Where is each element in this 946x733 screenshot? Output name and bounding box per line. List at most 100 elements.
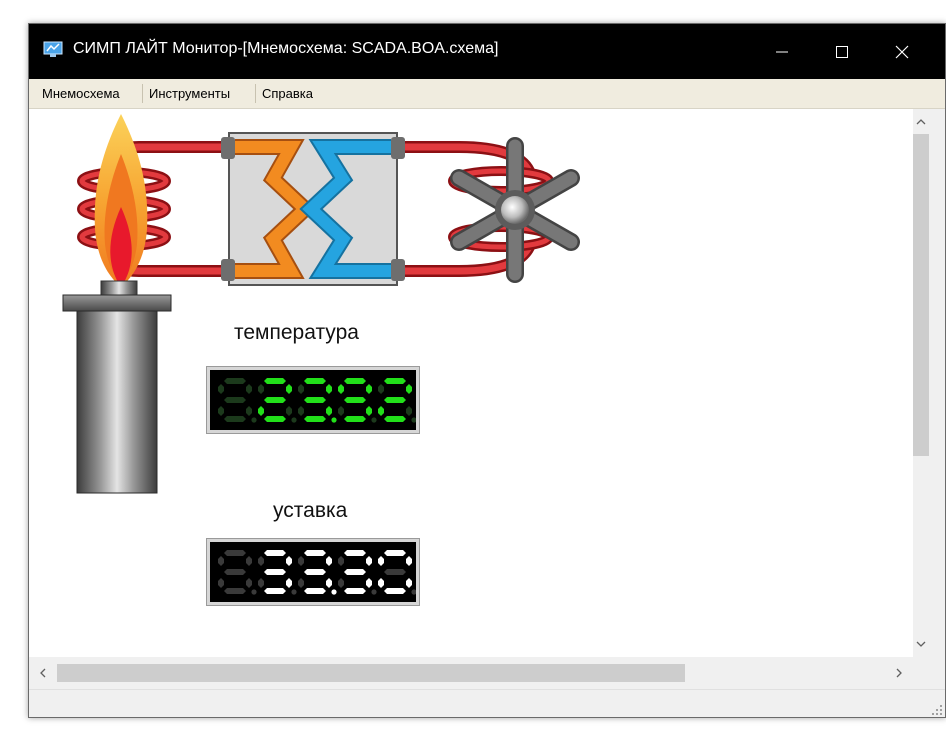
unlit-segment [338, 406, 344, 416]
unlit-segment [258, 384, 264, 394]
close-button[interactable] [879, 24, 925, 79]
status-bar [29, 689, 945, 717]
lit-segment [264, 569, 286, 575]
unlit-segment [224, 416, 246, 422]
title-bar[interactable]: СИМП ЛАЙТ Монитор-[Мнемосхема: SCADA.BOA… [29, 24, 945, 79]
lit-segment [406, 384, 412, 394]
menu-mnemoscheme[interactable]: Мнемосхема [37, 79, 125, 108]
scroll-down-button[interactable] [913, 636, 929, 652]
lit-segment [264, 397, 286, 403]
lit-segment [384, 588, 406, 594]
lit-segment [344, 378, 366, 384]
maximize-icon [836, 45, 848, 58]
lit-segment [344, 416, 366, 422]
lit-segment [384, 550, 406, 556]
decimal-point [251, 589, 257, 595]
unlit-segment [378, 384, 384, 394]
unlit-segment [384, 569, 406, 575]
unlit-segment [224, 569, 246, 575]
maximize-button[interactable] [819, 24, 865, 79]
unlit-segment [298, 578, 304, 588]
vertical-scroll-thumb[interactable] [913, 134, 929, 456]
menu-separator [142, 84, 143, 103]
horizontal-scroll-thumb[interactable] [57, 664, 685, 682]
menu-tools[interactable]: Инструменты [144, 79, 235, 108]
decimal-point [251, 417, 257, 423]
lit-segment [384, 416, 406, 422]
lit-segment [378, 578, 384, 588]
chevron-up-icon [916, 119, 926, 125]
lit-segment [344, 397, 366, 403]
unlit-segment [246, 556, 252, 566]
window-title: СИМП ЛАЙТ Монитор-[Мнемосхема: SCADA.BOA… [73, 40, 499, 57]
scrollbar-corner [913, 657, 945, 689]
unlit-segment [224, 397, 246, 403]
unlit-segment [246, 384, 252, 394]
resize-grip-icon[interactable] [931, 704, 943, 716]
lit-segment [326, 384, 332, 394]
close-icon [895, 45, 909, 58]
temperature-label: температура [234, 321, 359, 344]
lit-segment [406, 578, 412, 588]
unlit-segment [218, 406, 224, 416]
unlit-segment [338, 578, 344, 588]
unlit-segment [218, 578, 224, 588]
unlit-segment [298, 384, 304, 394]
decimal-point [291, 589, 297, 595]
lit-segment [326, 578, 332, 588]
minimize-button[interactable] [759, 24, 805, 79]
lit-segment [304, 588, 326, 594]
fan-icon [450, 137, 580, 283]
chevron-down-icon [916, 641, 926, 647]
unlit-segment [246, 406, 252, 416]
decimal-point [371, 417, 377, 423]
lit-segment [326, 406, 332, 416]
decimal-point [291, 417, 297, 423]
scroll-up-button[interactable] [913, 114, 929, 130]
scroll-right-button[interactable] [891, 665, 907, 681]
lit-segment [258, 406, 264, 416]
setpoint-display [206, 538, 420, 606]
heat-exchanger [221, 132, 405, 286]
unlit-segment [258, 556, 264, 566]
lit-segment [286, 556, 292, 566]
lit-segment [366, 406, 372, 416]
lit-segment [264, 378, 286, 384]
lit-segment [264, 416, 286, 422]
unlit-segment [224, 588, 246, 594]
decimal-point [411, 589, 416, 595]
unlit-segment [218, 384, 224, 394]
setpoint-digits [218, 550, 416, 595]
menu-help[interactable]: Справка [257, 79, 318, 108]
lit-segment [304, 550, 326, 556]
lit-segment [378, 556, 384, 566]
unlit-segment [298, 556, 304, 566]
unlit-segment [224, 378, 246, 384]
monitor-app-icon [43, 41, 63, 57]
chevron-right-icon [896, 668, 902, 678]
lit-segment [378, 406, 384, 416]
lit-segment [304, 397, 326, 403]
process-diagram [62, 114, 580, 494]
unlit-segment [224, 550, 246, 556]
lit-segment [366, 578, 372, 588]
unlit-segment [406, 406, 412, 416]
decimal-point [411, 417, 416, 423]
temperature-digits [218, 378, 416, 423]
lit-segment [304, 378, 326, 384]
lit-segment [384, 378, 406, 384]
lit-segment [366, 384, 372, 394]
lit-segment [384, 397, 406, 403]
lit-segment [366, 556, 372, 566]
lit-segment [304, 416, 326, 422]
menu-separator [255, 84, 256, 103]
scroll-left-button[interactable] [35, 665, 51, 681]
lit-segment [326, 556, 332, 566]
setpoint-label: уставка [273, 499, 348, 522]
lit-segment [264, 588, 286, 594]
unlit-segment [338, 556, 344, 566]
unlit-segment [218, 556, 224, 566]
chevron-left-icon [40, 668, 46, 678]
lit-segment [286, 578, 292, 588]
burner-body [62, 280, 172, 494]
